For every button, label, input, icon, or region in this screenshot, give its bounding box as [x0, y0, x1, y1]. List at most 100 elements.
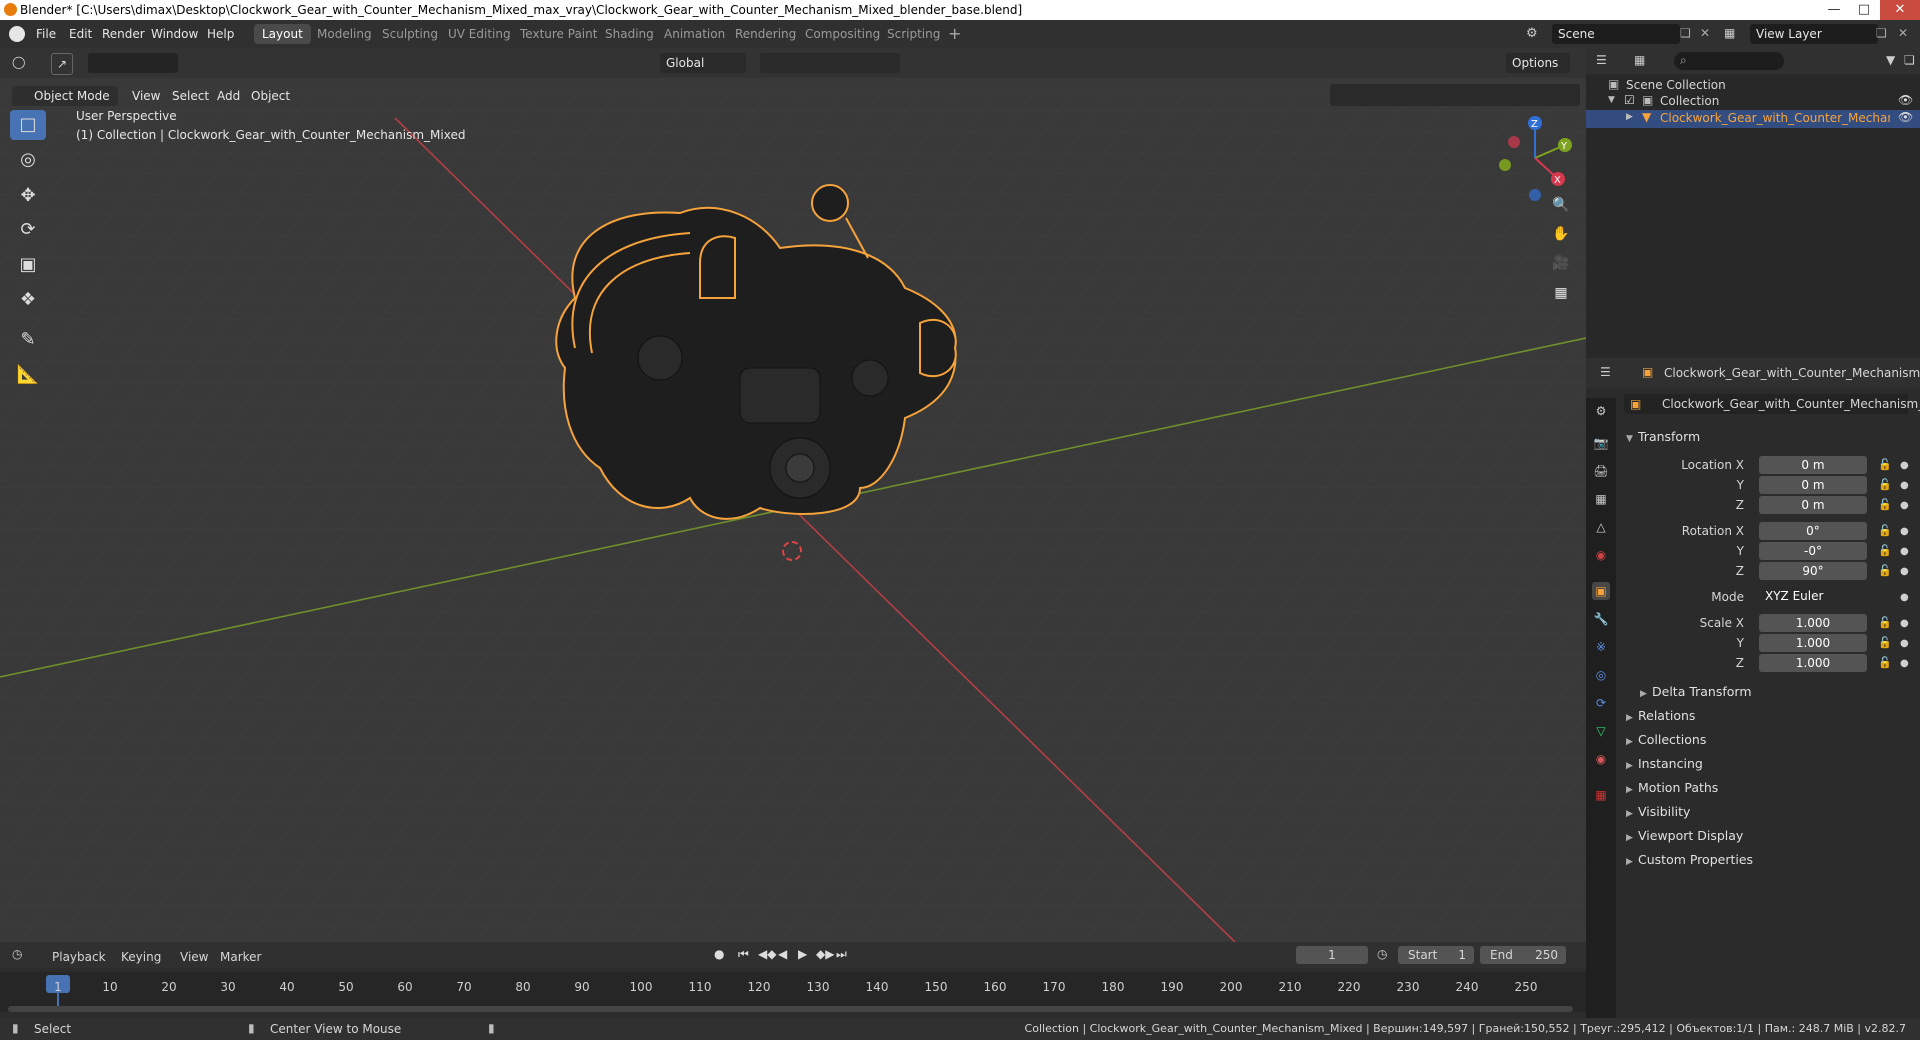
- scene-collection-label[interactable]: Scene Collection: [1626, 78, 1726, 92]
- lock-scale-z-icon[interactable]: 🔓: [1878, 656, 1892, 669]
- tab-texture-paint[interactable]: Texture Paint: [512, 24, 605, 44]
- scene-tab-icon[interactable]: △: [1592, 518, 1610, 536]
- properties-editor-icon[interactable]: ☰: [1600, 365, 1611, 379]
- output-tab-icon[interactable]: 🖨: [1592, 462, 1610, 480]
- tab-animation[interactable]: Animation: [656, 24, 733, 44]
- camera-view-icon[interactable]: 🎥: [1548, 250, 1574, 276]
- collections-panel-header[interactable]: ▶ Collections: [1626, 732, 1706, 747]
- gear-mechanism-model[interactable]: [0, 48, 1586, 942]
- collection-expand-icon[interactable]: ▼: [1608, 95, 1615, 105]
- outliner-editor-icon[interactable]: ☰: [1596, 53, 1607, 67]
- keyframe-dot-icon[interactable]: ●: [1900, 460, 1909, 471]
- scale-tool[interactable]: ▣: [10, 250, 46, 280]
- lock-scale-x-icon[interactable]: 🔓: [1878, 616, 1892, 629]
- 3d-cursor-icon[interactable]: [782, 541, 802, 561]
- scale-z-field[interactable]: 1.000: [1759, 654, 1867, 672]
- lock-location-x-icon[interactable]: 🔓: [1878, 458, 1892, 471]
- timeline-scrollbar[interactable]: [8, 1006, 1573, 1012]
- tab-sculpting[interactable]: Sculpting: [374, 24, 446, 44]
- location-z-field[interactable]: 0 m: [1759, 496, 1867, 514]
- keyframe-dot-icon[interactable]: ●: [1900, 592, 1909, 603]
- tab-scripting[interactable]: Scripting: [879, 24, 948, 44]
- tab-uv-editing[interactable]: UV Editing: [440, 24, 519, 44]
- keyframe-dot-icon[interactable]: ●: [1900, 618, 1909, 629]
- particles-tab-icon[interactable]: ※: [1592, 638, 1610, 656]
- view-layer-tab-icon[interactable]: ▦: [1592, 490, 1610, 508]
- menu-help[interactable]: Help: [207, 27, 234, 41]
- pan-hand-icon[interactable]: ✋: [1548, 221, 1574, 247]
- motion-paths-panel-header[interactable]: ▶ Motion Paths: [1626, 780, 1718, 795]
- keyframe-dot-icon[interactable]: ●: [1900, 526, 1909, 537]
- tab-shading[interactable]: Shading: [597, 24, 662, 44]
- close-button[interactable]: ✕: [1880, 0, 1920, 20]
- scene-selector[interactable]: Scene: [1552, 24, 1680, 44]
- start-frame-field[interactable]: Start 1: [1398, 946, 1474, 964]
- render-tab-icon[interactable]: 📷: [1592, 434, 1610, 452]
- transform-tool[interactable]: ❖: [10, 285, 46, 315]
- tool-tab-icon[interactable]: ⚙: [1592, 402, 1610, 420]
- menu-select[interactable]: Select: [172, 89, 209, 103]
- menu-edit[interactable]: Edit: [69, 27, 92, 41]
- location-x-field[interactable]: 0 m: [1759, 456, 1867, 474]
- world-tab-icon[interactable]: ◉: [1592, 546, 1610, 564]
- menu-view[interactable]: View: [132, 89, 160, 103]
- navigation-gizmo[interactable]: Z Y X: [1490, 113, 1580, 203]
- move-tool[interactable]: ✥: [10, 181, 46, 211]
- tab-compositing[interactable]: Compositing: [797, 24, 888, 44]
- constraints-tab-icon[interactable]: ⟳: [1592, 694, 1610, 712]
- selection-mode-buttons[interactable]: [88, 53, 178, 73]
- tab-layout[interactable]: Layout: [254, 24, 311, 44]
- collection-visibility-icon[interactable]: 👁: [1898, 93, 1913, 107]
- lock-location-y-icon[interactable]: 🔓: [1878, 478, 1892, 491]
- viewport-shading-controls[interactable]: [1330, 84, 1580, 106]
- scale-x-field[interactable]: 1.000: [1759, 614, 1867, 632]
- tab-rendering[interactable]: Rendering: [727, 24, 804, 44]
- prev-keyframe-icon[interactable]: ◀◆: [758, 947, 776, 961]
- select-box-tool[interactable]: □: [10, 110, 46, 140]
- menu-object[interactable]: Object: [251, 89, 290, 103]
- select-tool-icon[interactable]: ↗: [51, 53, 73, 75]
- new-scene-icon[interactable]: ❏: [1680, 26, 1691, 40]
- custom-properties-panel-header[interactable]: ▶ Custom Properties: [1626, 852, 1753, 867]
- snapping-proportional-controls[interactable]: [760, 53, 900, 73]
- new-collection-icon[interactable]: ❏: [1904, 53, 1915, 67]
- keyframe-dot-icon[interactable]: ●: [1900, 480, 1909, 491]
- collection-label[interactable]: Collection: [1660, 94, 1719, 108]
- options-dropdown[interactable]: Options: [1506, 53, 1570, 73]
- relations-panel-header[interactable]: ▶ Relations: [1626, 708, 1695, 723]
- menu-window[interactable]: Window: [151, 27, 198, 41]
- outliner-search-input[interactable]: ⌕: [1674, 52, 1784, 70]
- end-frame-field[interactable]: End 250: [1480, 946, 1566, 964]
- current-frame-field[interactable]: 1: [1296, 946, 1368, 964]
- keyframe-dot-icon[interactable]: ●: [1900, 546, 1909, 557]
- menu-render[interactable]: Render: [102, 27, 145, 41]
- object-label[interactable]: Clockwork_Gear_with_Counter_Mechanism: [1660, 111, 1890, 125]
- transform-orientation-dropdown[interactable]: Global: [660, 53, 746, 73]
- editor-type-icon[interactable]: ◯: [12, 55, 25, 69]
- view-layer-selector[interactable]: View Layer: [1750, 24, 1878, 44]
- tab-modeling[interactable]: Modeling: [309, 24, 380, 44]
- viewport-display-panel-header[interactable]: ▶ Viewport Display: [1626, 828, 1743, 843]
- perspective-toggle-icon[interactable]: ▦: [1548, 280, 1574, 306]
- next-keyframe-icon[interactable]: ◆▶: [816, 947, 834, 961]
- rotation-y-field[interactable]: -0°: [1759, 542, 1867, 560]
- material-tab-icon[interactable]: ◉: [1592, 750, 1610, 768]
- timeline-editor-icon[interactable]: ◷: [12, 947, 22, 961]
- blender-menu-icon[interactable]: [9, 26, 25, 42]
- texture-tab-icon[interactable]: ▦: [1592, 786, 1610, 804]
- display-mode-icon[interactable]: ▦: [1634, 53, 1645, 67]
- add-workspace-button[interactable]: +: [948, 24, 961, 43]
- menu-timeline-view[interactable]: View: [180, 950, 208, 964]
- menu-playback[interactable]: Playback: [52, 950, 106, 964]
- jump-start-icon[interactable]: ⏮: [738, 947, 749, 962]
- maximize-button[interactable]: □: [1850, 0, 1878, 20]
- record-icon[interactable]: ●: [714, 947, 724, 961]
- lock-rotation-z-icon[interactable]: 🔓: [1878, 564, 1892, 577]
- keyframe-dot-icon[interactable]: ●: [1900, 638, 1909, 649]
- measure-tool[interactable]: 📐: [10, 360, 46, 390]
- annotate-tool[interactable]: ✎: [10, 325, 46, 355]
- transform-panel-header[interactable]: ▼ Transform: [1626, 429, 1700, 444]
- 3d-viewport[interactable]: ◯ ↗ Global Options Object Mode View Sele…: [0, 48, 1586, 942]
- menu-keying[interactable]: Keying: [121, 950, 161, 964]
- keyframe-dot-icon[interactable]: ●: [1900, 658, 1909, 669]
